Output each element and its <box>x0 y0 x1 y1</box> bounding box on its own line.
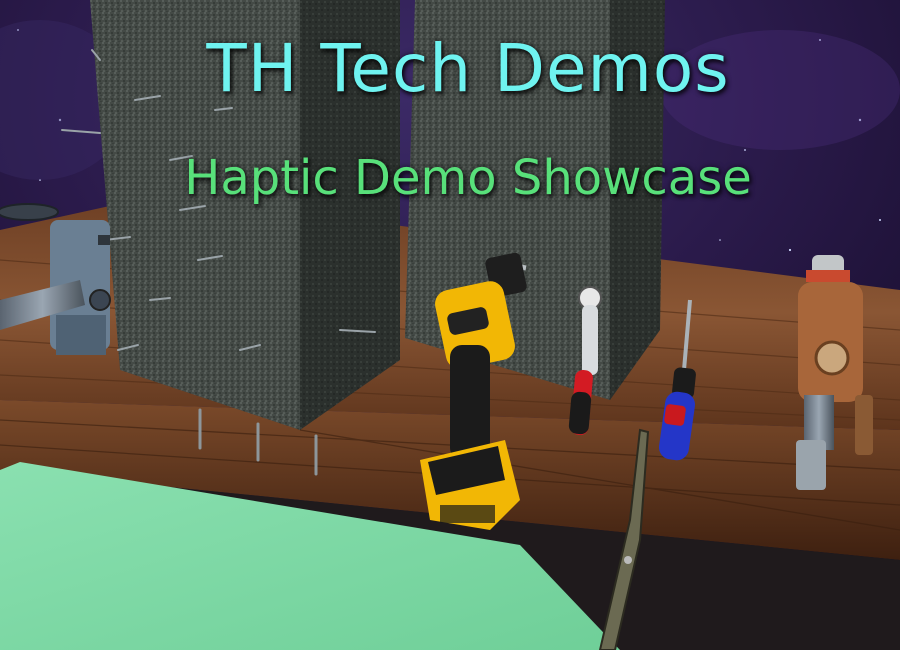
game-scene: TH Tech Demos Haptic Demo Showcase <box>0 0 900 650</box>
scene-subtitle: Haptic Demo Showcase <box>184 150 752 206</box>
scene-title: TH Tech Demos <box>206 30 730 107</box>
